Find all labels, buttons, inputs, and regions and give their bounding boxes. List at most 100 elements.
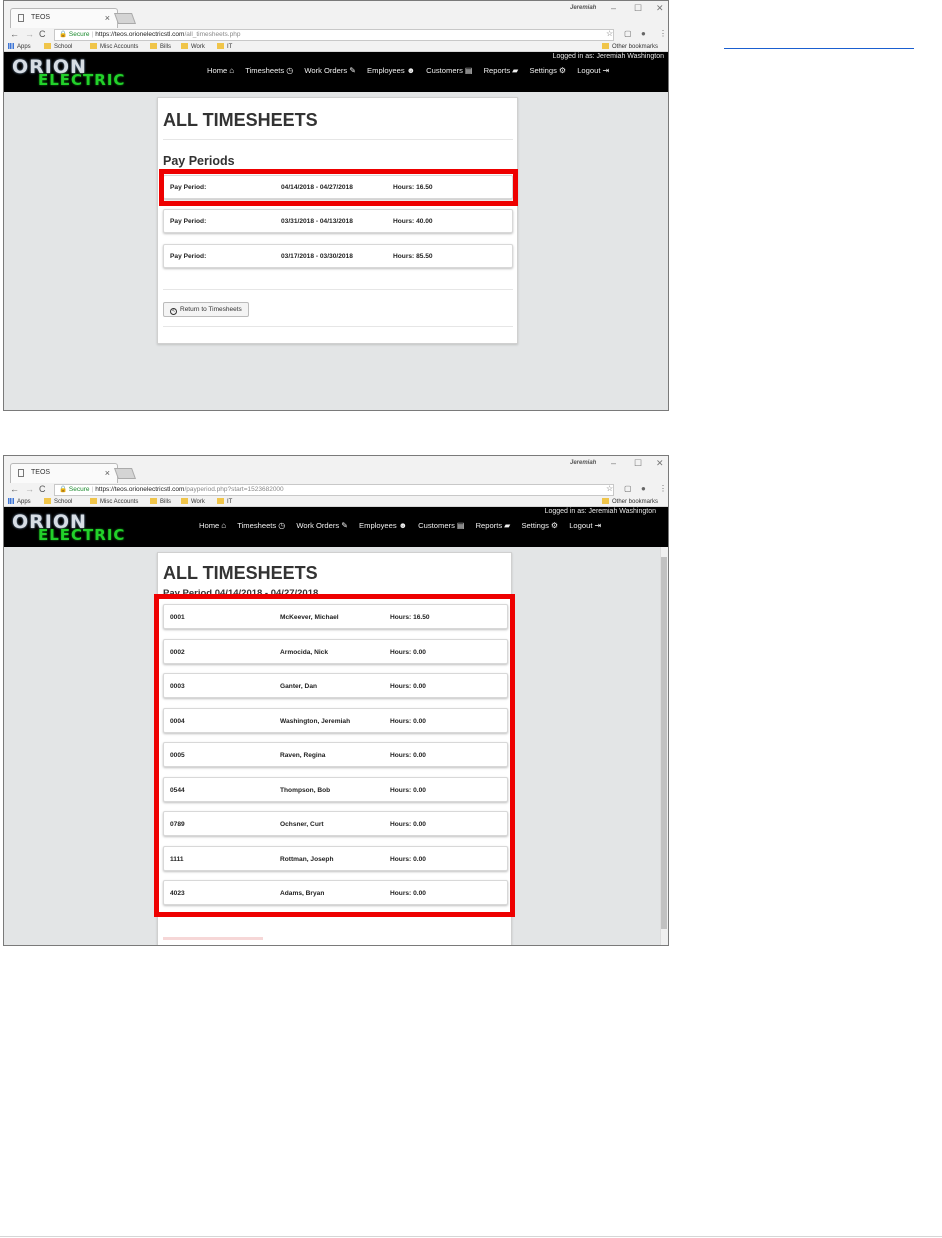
nav-work-orders[interactable]: Work Orders ✎ — [296, 521, 348, 530]
bookmark-bills[interactable]: Bills — [150, 498, 171, 505]
forward-icon[interactable]: → — [25, 484, 34, 494]
book-icon: ▰ — [504, 521, 511, 530]
profile-name[interactable]: Jeremiah — [570, 5, 596, 11]
bookmark-school[interactable]: School — [44, 498, 72, 505]
bookmarks-bar: Apps School Misc Accounts Bills Work IT … — [4, 497, 668, 507]
page-title: ALL TIMESHEETS — [163, 563, 318, 583]
bookmark-work[interactable]: Work — [181, 498, 205, 505]
page-body: ALL TIMESHEETS Pay Periods Pay Period: 0… — [4, 92, 668, 410]
nav-reports[interactable]: Reports ▰ — [484, 66, 519, 75]
underline-link[interactable] — [724, 48, 914, 49]
gear-icon: ⚙ — [558, 66, 567, 75]
new-tab-button[interactable] — [113, 13, 137, 24]
close-tab-icon[interactable]: × — [105, 13, 110, 23]
folder-icon — [150, 43, 157, 49]
close-window-icon[interactable]: ✕ — [656, 458, 664, 469]
section-title: Pay Periods — [163, 154, 235, 168]
nav-reports[interactable]: Reports ▰ — [476, 521, 511, 530]
bookmark-apps[interactable]: Apps — [8, 43, 31, 50]
pay-period-row[interactable]: Pay Period: 03/31/2018 - 04/13/2018 Hour… — [163, 209, 513, 233]
close-window-icon[interactable]: ✕ — [656, 3, 664, 14]
nav-home[interactable]: Home ⌂ — [207, 66, 234, 75]
browser-titlebar: TEOS × Jeremiah – ☐ ✕ — [4, 456, 668, 483]
highlight-box — [159, 169, 518, 206]
divider — [163, 139, 513, 140]
tab-title: TEOS — [31, 14, 51, 21]
nav-work-orders[interactable]: Work Orders ✎ — [304, 66, 356, 75]
minimize-icon[interactable]: – — [611, 458, 616, 468]
nav-settings[interactable]: Settings ⚙ — [529, 66, 566, 75]
nav-logout[interactable]: Logout ⇥ — [577, 66, 609, 75]
home-icon: ⌂ — [229, 66, 235, 75]
bookmark-other[interactable]: Other bookmarks — [602, 43, 658, 50]
logo-subtitle[interactable]: ELECTRIC — [38, 71, 125, 89]
bookmark-bills[interactable]: Bills — [150, 43, 171, 50]
tab-title: TEOS — [31, 469, 51, 476]
nav-employees[interactable]: Employees ☻ — [359, 521, 407, 530]
pay-period-range: 03/17/2018 - 03/30/2018 — [281, 253, 353, 260]
nav-logout[interactable]: Logout ⇥ — [569, 521, 601, 530]
screenshot-all-timesheets: TEOS × Jeremiah – ☐ ✕ ← → C 🔒 Secure | htt… — [3, 0, 669, 411]
address-bar-row: ← → C 🔒 Secure | https://teos.orionelectri… — [4, 483, 668, 497]
bookmark-misc-accounts[interactable]: Misc Accounts — [90, 498, 138, 505]
bookmark-it[interactable]: IT — [217, 498, 232, 505]
scrollbar-thumb[interactable] — [661, 557, 667, 929]
bookmark-other[interactable]: Other bookmarks — [602, 498, 658, 505]
close-tab-icon[interactable]: × — [105, 468, 110, 478]
folder-icon — [181, 498, 188, 504]
nav-customers[interactable]: Customers ▤ — [426, 66, 472, 75]
apps-grid-icon — [8, 43, 14, 49]
logo-subtitle[interactable]: ELECTRIC — [38, 526, 125, 544]
clock-icon: ◷ — [286, 66, 294, 75]
extension-icon[interactable]: ▢ — [624, 484, 632, 493]
folder-icon — [217, 43, 224, 49]
star-icon[interactable]: ☆ — [606, 29, 613, 38]
url-host: https://teos.orionelectricstl.com — [95, 31, 185, 38]
minimize-icon[interactable]: – — [611, 3, 616, 13]
nav-employees[interactable]: Employees ☻ — [367, 66, 415, 75]
nav-home[interactable]: Home ⌂ — [199, 521, 226, 530]
scrollbar[interactable] — [660, 547, 668, 945]
menu-dots-icon[interactable]: ⋮ — [659, 484, 667, 493]
divider — [163, 326, 513, 327]
nav-settings[interactable]: Settings ⚙ — [521, 521, 558, 530]
forward-icon[interactable]: → — [25, 29, 34, 39]
profile-name[interactable]: Jeremiah — [570, 460, 596, 466]
bookmark-school[interactable]: School — [44, 43, 72, 50]
bookmark-work[interactable]: Work — [181, 43, 205, 50]
nav-customers[interactable]: Customers ▤ — [418, 521, 464, 530]
list-icon: ▤ — [456, 521, 465, 530]
url-input[interactable]: 🔒 Secure | https://teos.orionelectricstl.c… — [54, 484, 614, 496]
url-input[interactable]: 🔒 Secure | https://teos.orionelectricstl.c… — [54, 29, 614, 41]
reload-icon[interactable]: C — [39, 29, 46, 39]
secure-label: Secure — [68, 31, 90, 38]
browser-tab[interactable]: TEOS × — [10, 8, 118, 28]
extension-icon[interactable]: ▢ — [624, 29, 632, 38]
maximize-icon[interactable]: ☐ — [634, 3, 642, 14]
bookmark-it[interactable]: IT — [217, 43, 232, 50]
bookmark-apps[interactable]: Apps — [8, 498, 31, 505]
profile-icon[interactable]: ● — [641, 29, 646, 38]
secure-label: Secure — [68, 486, 90, 493]
url-path: /payperiod.php?start=1523682000 — [184, 486, 284, 493]
return-to-timesheets-button[interactable]: < Return to Timesheets — [163, 302, 249, 317]
back-icon[interactable]: ← — [10, 29, 19, 39]
pay-period-row[interactable]: Pay Period: 03/17/2018 - 03/30/2018 Hour… — [163, 244, 513, 268]
maximize-icon[interactable]: ☐ — [634, 458, 642, 469]
nav-timesheets[interactable]: Timesheets ◷ — [245, 66, 293, 75]
profile-icon[interactable]: ● — [641, 484, 646, 493]
back-icon[interactable]: ← — [10, 484, 19, 494]
star-icon[interactable]: ☆ — [606, 484, 613, 493]
nav-timesheets[interactable]: Timesheets ◷ — [237, 521, 285, 530]
folder-icon — [44, 498, 51, 504]
folder-icon — [181, 43, 188, 49]
bookmark-misc-accounts[interactable]: Misc Accounts — [90, 43, 138, 50]
address-bar-row: ← → C 🔒 Secure | https://teos.orionelectri… — [4, 28, 668, 42]
pay-period-label: Pay Period: — [170, 253, 207, 260]
reload-icon[interactable]: C — [39, 484, 46, 494]
logout-icon: ⇥ — [602, 66, 610, 75]
folder-icon — [217, 498, 224, 504]
menu-dots-icon[interactable]: ⋮ — [659, 29, 667, 38]
browser-tab[interactable]: TEOS × — [10, 463, 118, 483]
new-tab-button[interactable] — [113, 468, 137, 479]
